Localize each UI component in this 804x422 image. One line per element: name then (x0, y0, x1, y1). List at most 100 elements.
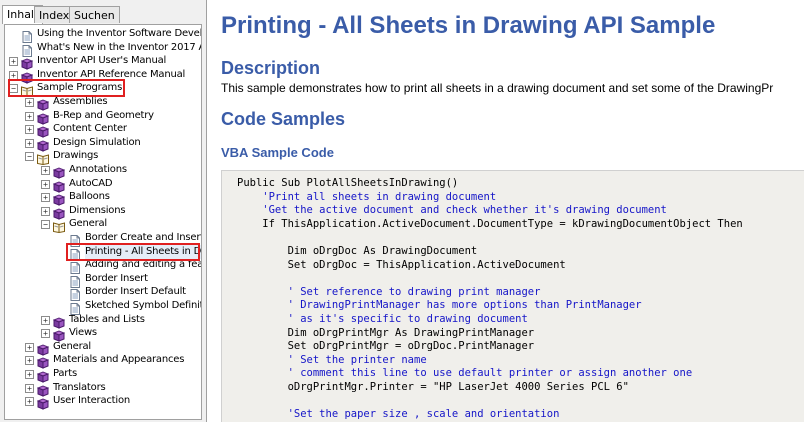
tree-item[interactable]: + User Interaction (5, 394, 201, 410)
page-title: Printing - All Sheets in Drawing API Sam… (221, 12, 716, 39)
code-line: If ThisApplication.ActiveDocument.Docume… (237, 217, 743, 230)
tree-item-label: B-Rep and Geometry (53, 109, 154, 121)
expand-icon[interactable]: + (25, 342, 34, 352)
tree-item[interactable]: + Design Simulation (5, 136, 201, 152)
tree-item[interactable]: Sketched Symbol Definitio (5, 299, 202, 315)
collapse-icon[interactable]: − (25, 152, 34, 162)
tree-item-label: What's New in the Inventor 2017 API (37, 41, 202, 53)
tree-item-label: Annotations (69, 164, 127, 175)
expand-icon[interactable]: + (25, 370, 34, 379)
expand-icon[interactable]: + (41, 179, 50, 189)
expand-icon[interactable]: + (41, 329, 50, 339)
expand-icon[interactable]: + (25, 397, 34, 407)
book-closed-icon (52, 327, 66, 342)
code-line: Set oDrgPrintMgr = oDrgDoc.PrintManager (237, 340, 535, 353)
highlight-box (66, 242, 200, 261)
code-line: oDrgPrintMgr.Printer = "HP LaserJet 4000… (237, 380, 629, 393)
tree-item-label: Parts (53, 368, 77, 379)
tree-item[interactable]: + AutoCAD (5, 177, 201, 193)
book-closed-icon (52, 205, 66, 220)
tab-suchen[interactable]: Suchen (69, 6, 120, 23)
page-icon (21, 28, 33, 43)
expand-icon[interactable]: + (9, 57, 18, 67)
tree-item[interactable]: Border Insert (5, 272, 201, 288)
book-closed-icon (36, 137, 50, 152)
book-closed-icon (36, 354, 50, 370)
book-closed-icon (36, 395, 50, 410)
tree-item[interactable]: + General (5, 340, 201, 356)
code-comment-line: ' as it's specific to drawing document (237, 312, 528, 325)
tree-item-label: Border Insert (85, 272, 148, 284)
expand-icon[interactable]: + (25, 111, 34, 121)
tree-item-label: Design Simulation (53, 136, 141, 148)
tree-item-label: Border Insert Default (85, 286, 186, 298)
expand-icon[interactable]: + (41, 315, 50, 325)
tree-item[interactable]: + Tables and Lists (5, 313, 201, 329)
page-icon (69, 286, 81, 302)
tree-item-label: Tables and Lists (69, 313, 145, 325)
expand-icon[interactable]: + (25, 356, 34, 366)
tree-item-label: Sketched Symbol Definitio (85, 300, 202, 311)
expand-icon[interactable]: + (25, 125, 34, 135)
help-content-pane: Printing - All Sheets in Drawing API Sam… (209, 0, 804, 422)
code-line: Dim oDrgPrintMgr As DrawingPrintManager (237, 326, 535, 339)
tree-item[interactable]: + Inventor API User's Manual (5, 54, 201, 70)
book-closed-icon (36, 96, 50, 111)
tree-item[interactable]: Using the Inventor Software Developm (5, 27, 202, 43)
tree-item[interactable]: − General (5, 217, 201, 234)
tree-item-label: AutoCAD (69, 177, 113, 189)
code-comment-line: ' Set the printer name (237, 353, 427, 366)
page-icon (69, 273, 81, 288)
book-closed-icon (36, 368, 50, 383)
tree-item-label: Translators (53, 381, 106, 393)
tree-item-label: Dimensions (69, 204, 126, 216)
book-closed-icon (36, 123, 50, 138)
tree-item-label: General (69, 218, 108, 230)
tree-item-label: User Interaction (53, 395, 131, 407)
tree-item-label: Materials and Appearances (53, 354, 185, 366)
highlight-box (8, 79, 125, 98)
description-text: This sample demonstrates how to print al… (221, 81, 774, 95)
code-block: Public Sub PlotAllSheetsInDrawing() 'Pri… (221, 170, 804, 422)
tree-item[interactable]: + Materials and Appearances (5, 353, 201, 370)
tree-item[interactable]: + Dimensions (5, 204, 201, 220)
expand-icon[interactable]: + (41, 193, 50, 203)
tree-item-label: Using the Inventor Software Developm (37, 28, 202, 39)
book-closed-icon (52, 178, 66, 193)
tree-item-label: Views (69, 327, 97, 339)
expand-icon[interactable]: + (25, 138, 34, 148)
page-icon (21, 42, 33, 57)
tree-item[interactable]: What's New in the Inventor 2017 API (5, 41, 202, 57)
code-comment-line: ' DrawingPrintManager has more options t… (237, 299, 642, 312)
code-comment-line: 'Set the paper size , scale and orientat… (237, 408, 560, 421)
expand-icon[interactable]: + (41, 206, 50, 216)
tree-item[interactable]: + Balloons (5, 190, 201, 206)
tree-item-label: Balloons (69, 191, 110, 203)
tree-item[interactable]: + Translators (5, 381, 201, 397)
tree-item[interactable]: + Content Center (5, 122, 201, 138)
tree-item[interactable]: + Views (5, 326, 201, 342)
tree-item[interactable]: + B-Rep and Geometry (5, 109, 201, 125)
tree-item-label: General (53, 340, 92, 352)
expand-icon[interactable]: + (25, 383, 34, 393)
tree-item[interactable]: + Annotations (5, 163, 201, 179)
book-closed-icon (36, 382, 50, 397)
book-open-icon (53, 218, 65, 234)
code-comment-line: ' comment this line to use default print… (237, 367, 693, 380)
book-closed-icon (36, 341, 50, 356)
tree-item[interactable]: + Parts (5, 367, 201, 383)
collapse-icon[interactable]: − (41, 220, 50, 230)
tree-item[interactable]: Border Insert Default (5, 285, 201, 302)
page-icon (69, 259, 81, 275)
expand-icon[interactable]: + (25, 98, 34, 107)
tree-item[interactable]: − Drawings (5, 149, 201, 166)
description-heading: Description (221, 58, 321, 78)
book-closed-icon (52, 164, 66, 179)
expand-icon[interactable]: + (41, 166, 50, 175)
book-closed-icon (20, 55, 34, 70)
contents-tree: Using the Inventor Software Developm What… (4, 24, 202, 420)
vba-sample-heading: VBA Sample Code (221, 145, 334, 160)
